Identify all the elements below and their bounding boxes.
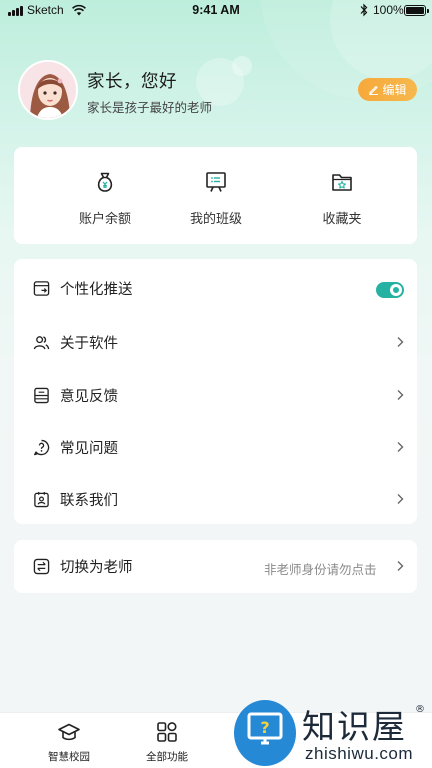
chevron-right-icon [397,442,404,452]
chevron-right-icon [397,337,404,347]
chevron-right-icon [397,494,404,504]
push-toggle[interactable] [376,282,404,298]
watermark-logo: ? 知识屋 ® zhishiwu.com [232,698,432,768]
tab-all-functions[interactable]: 全部功能 [119,713,215,768]
favorites-label: 收藏夹 [322,212,362,227]
feedback-icon [34,387,49,404]
switch-to-teacher-row[interactable]: 切换为老师 非老师身份请勿点击 [14,540,417,593]
svg-text:?: ? [260,718,269,737]
battery-percent: 100% [373,3,404,17]
account-balance-button[interactable]: 账户余额 [50,147,160,244]
status-bar: Sketch 9:41 AM 100% [0,0,432,22]
decor-bubble [232,56,252,76]
monitor-question-icon: ? [247,712,283,745]
greeting-subtitle: 家长是孩子最好的老师 [87,100,213,115]
tab-label: 智慧校园 [48,751,90,763]
pencil-icon [369,85,379,95]
menu-item-about[interactable]: 关于软件 [14,316,417,368]
avatar[interactable] [18,60,78,120]
whiteboard-icon [206,172,226,192]
switch-icon [33,558,50,575]
tab-smart-campus[interactable]: 智慧校园 [21,713,117,768]
star-folder-icon [332,174,352,191]
tab-label: 全部功能 [146,751,188,763]
chevron-right-icon [397,561,404,571]
greeting-title: 家长，您好 [87,72,177,92]
school-cap-icon [58,723,80,741]
bluetooth-icon [360,3,368,17]
contact-icon [34,491,49,508]
menu-item-push[interactable]: 个性化推送 [14,262,417,314]
account-balance-label: 账户余额 [78,212,131,227]
my-class-button[interactable]: 我的班级 [161,147,271,244]
menu-item-label: 联系我们 [60,493,118,509]
question-icon [34,439,50,456]
menu-item-label: 个性化推送 [60,282,133,298]
switch-role-label: 切换为老师 [60,560,133,576]
edit-profile-label: 编辑 [382,83,407,97]
watermark-url: zhishiwu.com [305,744,414,763]
watermark-text: 知识屋 [302,707,407,746]
menu-item-feedback[interactable]: 意见反馈 [14,369,417,421]
watermark-registered: ® [415,704,425,715]
chevron-right-icon [397,390,404,400]
users-icon [33,336,50,350]
my-class-label: 我的班级 [189,212,242,227]
menu-item-label: 关于软件 [60,336,118,352]
menu-item-label: 意见反馈 [60,389,118,405]
settings-menu: 个性化推送 关于软件 意见反馈 常见问题 联系我们 [14,259,417,524]
battery-icon [404,5,429,16]
menu-item-contact[interactable]: 联系我们 [14,473,417,525]
switch-role-hint: 非老师身份请勿点击 [264,562,377,577]
watermark-badge: ? [234,700,296,766]
push-icon [33,281,50,296]
menu-item-faq[interactable]: 常见问题 [14,421,417,473]
quick-actions-card: 账户余额 我的班级 收藏夹 [14,147,417,244]
menu-item-label: 常见问题 [60,441,118,457]
grid-icon [157,722,177,742]
money-bag-icon [97,172,113,192]
edit-profile-button[interactable]: 编辑 [358,78,417,101]
favorites-button[interactable]: 收藏夹 [287,147,397,244]
